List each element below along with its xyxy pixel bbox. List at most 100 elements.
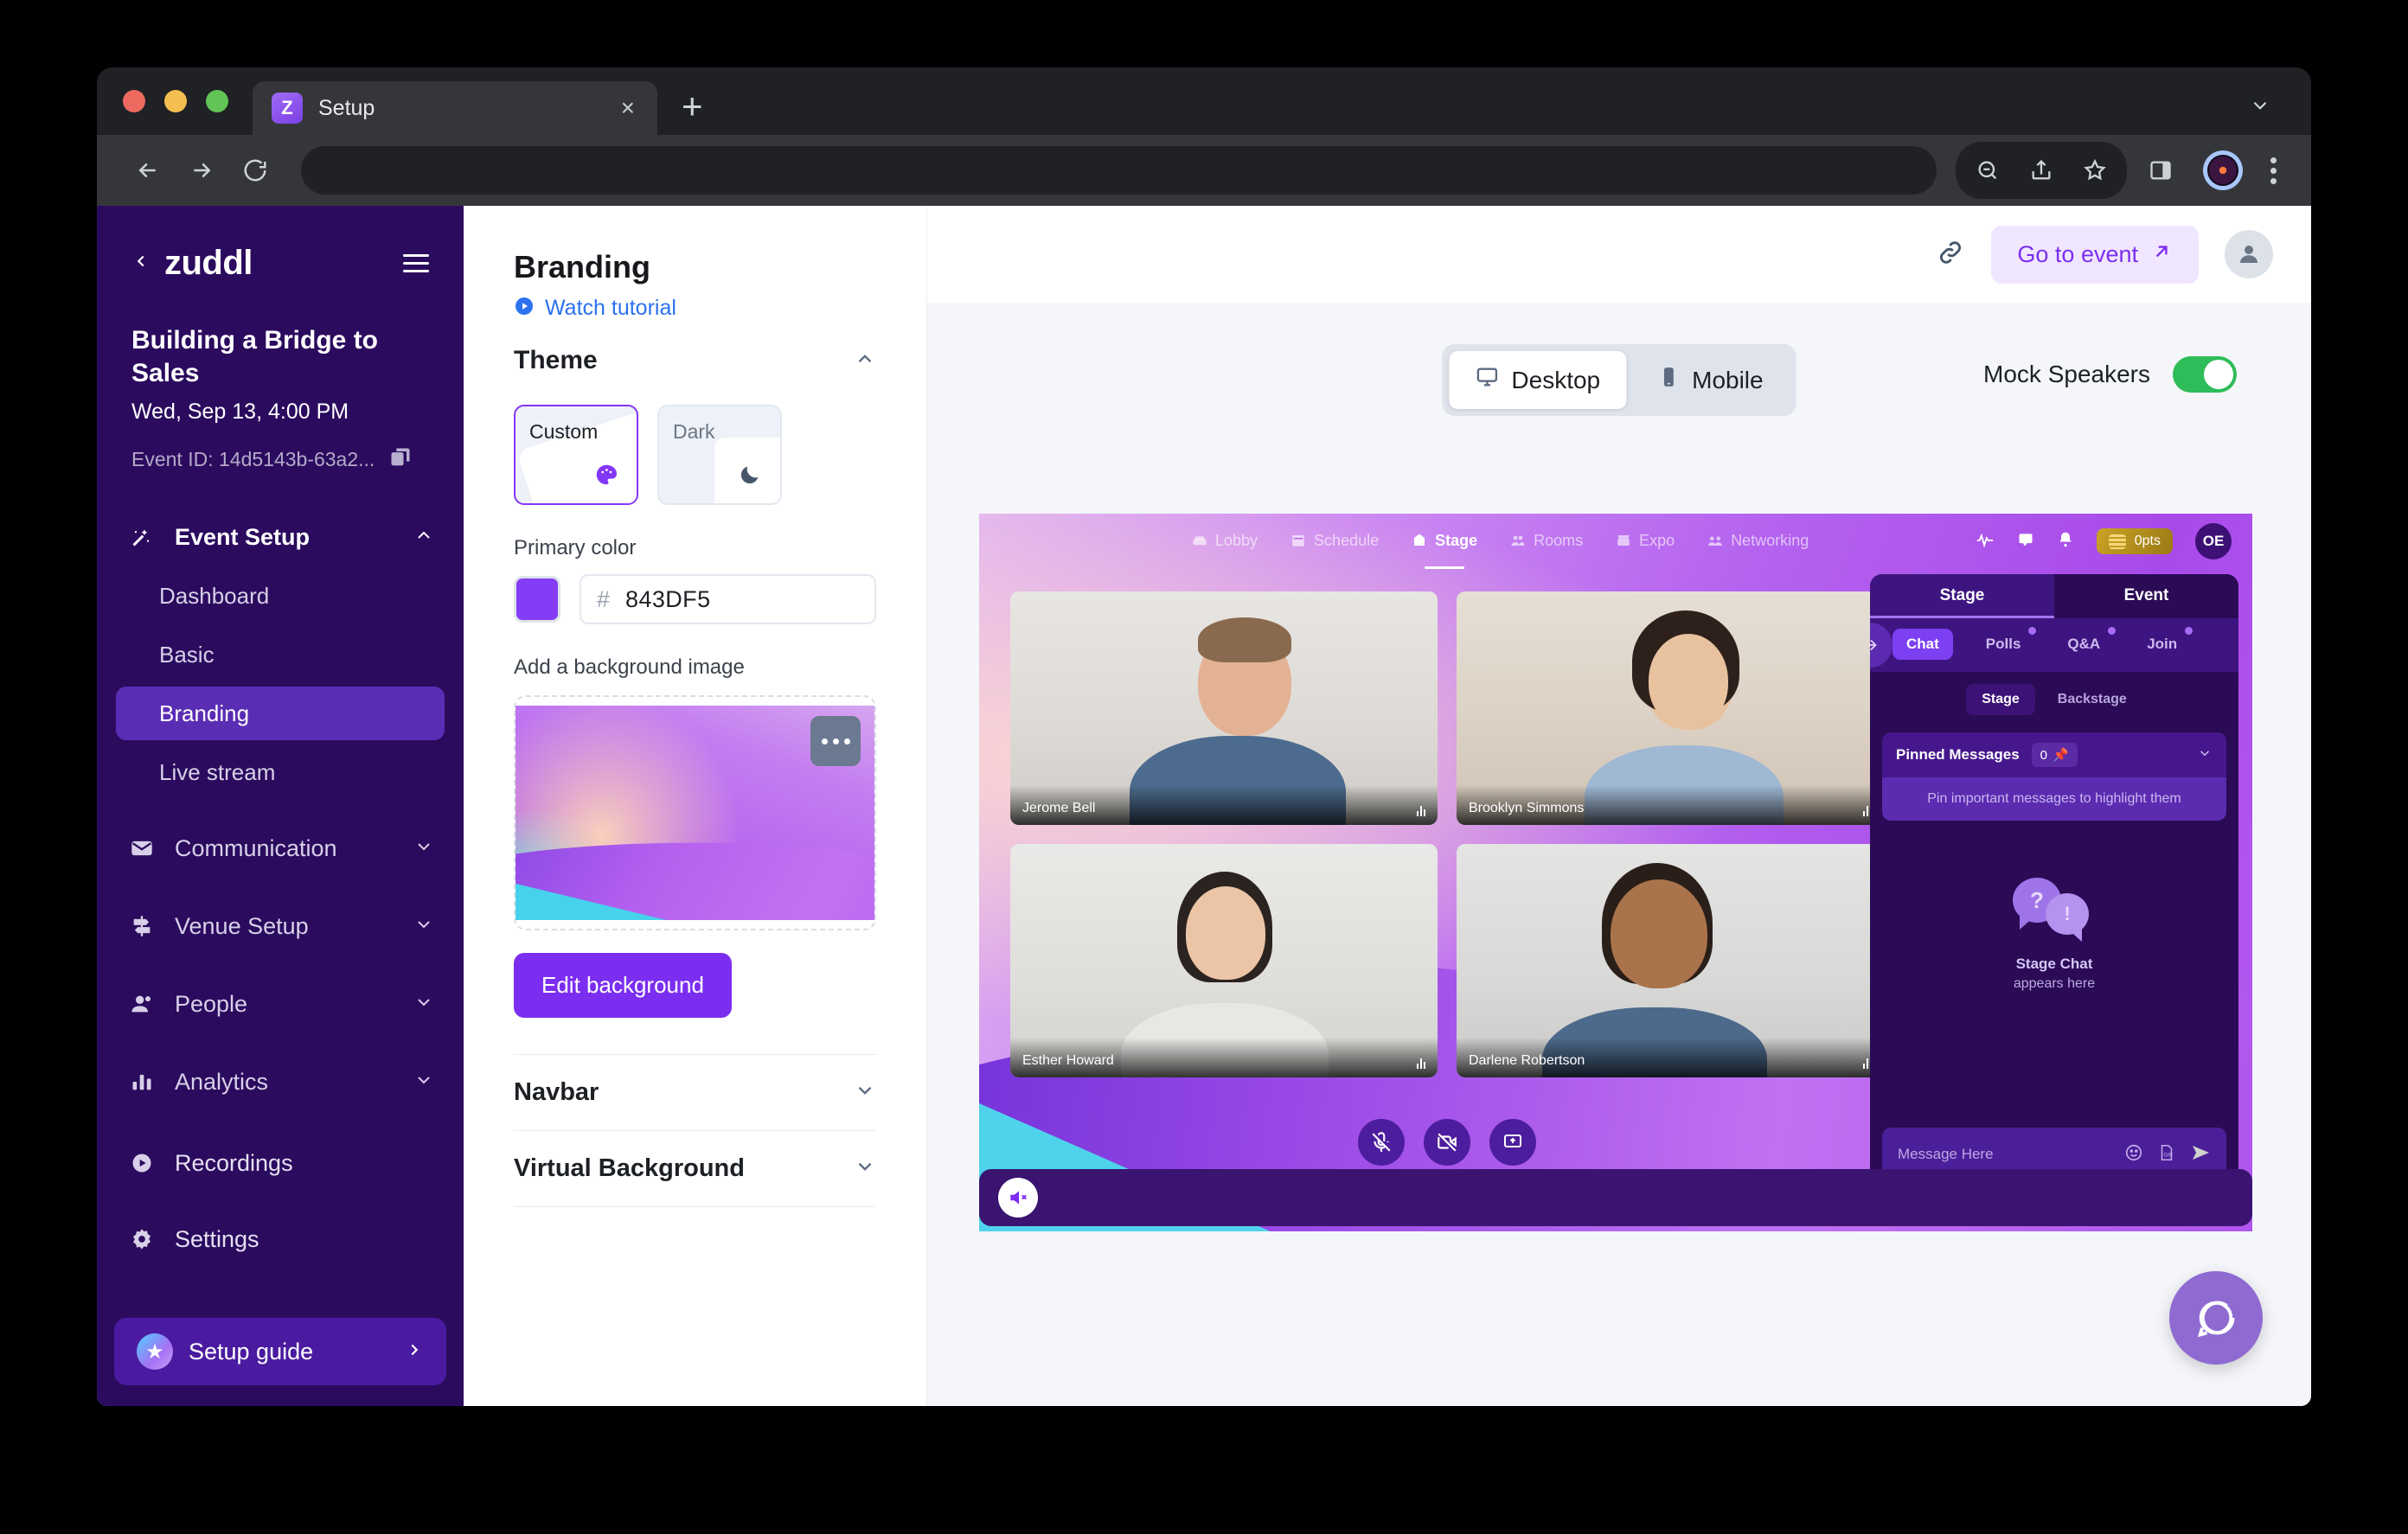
browser-tab[interactable]: Z Setup × <box>253 81 657 135</box>
event-nav-rooms[interactable]: Rooms <box>1510 532 1583 552</box>
sidebar-group-analytics[interactable]: Analytics <box>97 1053 464 1110</box>
gif-icon[interactable]: GIF <box>2157 1143 2176 1166</box>
chat-chips: Chat Polls Q&A Join <box>1870 618 2238 672</box>
sidebar-nav: Event Setup Dashboard Basic Branding Liv… <box>97 508 464 1318</box>
browser-window: Z Setup × + zuddl Building a Bridge to S… <box>97 67 2311 1406</box>
close-window-button[interactable] <box>123 90 145 112</box>
sidebar-item-dashboard[interactable]: Dashboard <box>116 569 445 623</box>
pinned-messages-header[interactable]: Pinned Messages 0 📌 <box>1882 732 2226 777</box>
sidebar-group-people[interactable]: People <box>97 975 464 1032</box>
avatar[interactable] <box>2225 230 2273 278</box>
event-nav-expo[interactable]: Expo <box>1616 532 1675 552</box>
scope-tab-stage[interactable]: Stage <box>1966 684 2035 715</box>
chevron-down-icon[interactable] <box>413 914 434 939</box>
envelope-icon <box>130 836 159 860</box>
setup-guide-button[interactable]: ★ Setup guide <box>114 1318 446 1385</box>
activity-icon[interactable] <box>1976 530 1995 553</box>
theme-section-header[interactable]: Theme <box>514 346 876 375</box>
help-support-button[interactable] <box>2169 1271 2263 1365</box>
speaker-tile[interactable]: Brooklyn Simmons <box>1457 591 1884 825</box>
chevron-down-icon[interactable] <box>2249 94 2271 121</box>
zoom-out-icon[interactable] <box>1961 144 2014 197</box>
chevron-left-icon[interactable] <box>131 248 150 279</box>
chip-join[interactable]: Join <box>2133 627 2193 660</box>
sidebar-item-recordings[interactable]: Recordings <box>97 1133 464 1193</box>
theme-option-dark[interactable]: Dark <box>657 405 782 505</box>
sidebar-group-label: Venue Setup <box>175 912 309 939</box>
sidebar-group-venue-setup[interactable]: Venue Setup <box>97 898 464 955</box>
event-nav-lobby[interactable]: Lobby <box>1192 532 1258 552</box>
sidebar-item-live-stream[interactable]: Live stream <box>116 745 445 799</box>
chevron-down-icon[interactable] <box>854 1079 876 1106</box>
speaker-tile[interactable]: Jerome Bell <box>1010 591 1438 825</box>
watch-tutorial-link[interactable]: Watch tutorial <box>514 296 876 321</box>
sidebar-item-settings[interactable]: Settings <box>97 1209 464 1269</box>
chevron-down-icon[interactable] <box>2197 745 2213 765</box>
close-tab-icon[interactable]: × <box>616 96 640 120</box>
edit-background-button[interactable]: Edit background <box>514 953 732 1018</box>
chat-icon[interactable] <box>2017 531 2034 553</box>
reload-icon[interactable] <box>228 144 282 197</box>
speaker-mute-icon[interactable] <box>998 1178 1038 1218</box>
emoji-icon[interactable] <box>2124 1143 2143 1166</box>
sidebar-item-basic[interactable]: Basic <box>116 628 445 681</box>
event-nav-networking[interactable]: Networking <box>1707 532 1809 552</box>
profile-icon[interactable] <box>2203 150 2243 190</box>
send-icon[interactable] <box>2190 1142 2211 1167</box>
chevron-down-icon[interactable] <box>413 1070 434 1095</box>
chevron-up-icon[interactable] <box>413 525 434 550</box>
sidebar-group-event-setup[interactable]: Event Setup <box>97 508 464 566</box>
scope-tab-backstage[interactable]: Backstage <box>2042 684 2142 715</box>
video-off-icon[interactable] <box>1424 1119 1470 1166</box>
sidebar-group-communication[interactable]: Communication <box>97 820 464 877</box>
copy-icon[interactable] <box>388 445 413 474</box>
theme-option-custom[interactable]: Custom <box>514 405 638 505</box>
event-nav-stage[interactable]: Stage <box>1412 532 1477 552</box>
minimize-window-button[interactable] <box>164 90 187 112</box>
tab-desktop[interactable]: Desktop <box>1449 351 1627 409</box>
mic-off-icon[interactable] <box>1358 1119 1405 1166</box>
chevron-down-icon[interactable] <box>413 836 434 861</box>
accordion-virtual-background[interactable]: Virtual Background <box>514 1131 876 1207</box>
side-panel-icon[interactable] <box>2134 144 2187 197</box>
kebab-menu-icon[interactable] <box>2258 157 2289 184</box>
hamburger-icon[interactable] <box>403 254 429 272</box>
panel-header-spacer: Branding Watch tutorial <box>514 240 876 320</box>
user-initials-badge[interactable]: OE <box>2195 523 2232 559</box>
bell-icon[interactable] <box>2057 531 2074 553</box>
bookmark-star-icon[interactable] <box>2068 144 2122 197</box>
speaker-tile[interactable]: Esther Howard <box>1010 844 1438 1077</box>
chip-chat[interactable]: Chat <box>1892 629 1953 660</box>
back-icon[interactable] <box>121 144 175 197</box>
new-tab-button[interactable]: + <box>682 88 703 135</box>
points-badge[interactable]: 0pts <box>2096 528 2173 554</box>
maximize-window-button[interactable] <box>206 90 228 112</box>
ellipsis-icon[interactable] <box>810 716 861 766</box>
tab-mobile[interactable]: Mobile <box>1631 351 1789 409</box>
chip-polls[interactable]: Polls <box>1972 627 2037 660</box>
svg-text:GIF: GIF <box>2163 1152 2173 1158</box>
chevron-down-icon[interactable] <box>413 992 434 1017</box>
chevron-up-icon[interactable] <box>854 348 876 374</box>
tab-mobile-label: Mobile <box>1692 366 1764 393</box>
sidebar-item-branding[interactable]: Branding <box>116 687 445 740</box>
screen-share-icon[interactable] <box>1489 1119 1536 1166</box>
chip-qa[interactable]: Q&A <box>2053 627 2117 660</box>
primary-color-swatch[interactable] <box>514 576 560 623</box>
chat-tab-event[interactable]: Event <box>2054 574 2238 618</box>
address-bar[interactable] <box>301 146 1937 195</box>
go-to-event-button[interactable]: Go to event <box>1991 225 2199 284</box>
primary-color-input[interactable]: # 843DF5 <box>580 574 876 624</box>
forward-icon[interactable] <box>175 144 228 197</box>
chat-tab-stage[interactable]: Stage <box>1870 574 2054 618</box>
event-nav-schedule[interactable]: Schedule <box>1290 532 1379 552</box>
chevron-down-icon[interactable] <box>854 1155 876 1182</box>
branding-config-panel: Branding Watch tutorial Theme Custom Dar… <box>464 206 927 1406</box>
share-icon[interactable] <box>2014 144 2068 197</box>
accordion-navbar[interactable]: Navbar <box>514 1055 876 1131</box>
link-icon[interactable] <box>1936 238 1965 272</box>
speaker-tile[interactable]: Darlene Robertson <box>1457 844 1884 1077</box>
background-image-dropzone[interactable] <box>514 695 876 930</box>
sidebar-logo[interactable]: zuddl <box>131 244 253 283</box>
mock-speakers-toggle[interactable] <box>2173 356 2237 393</box>
